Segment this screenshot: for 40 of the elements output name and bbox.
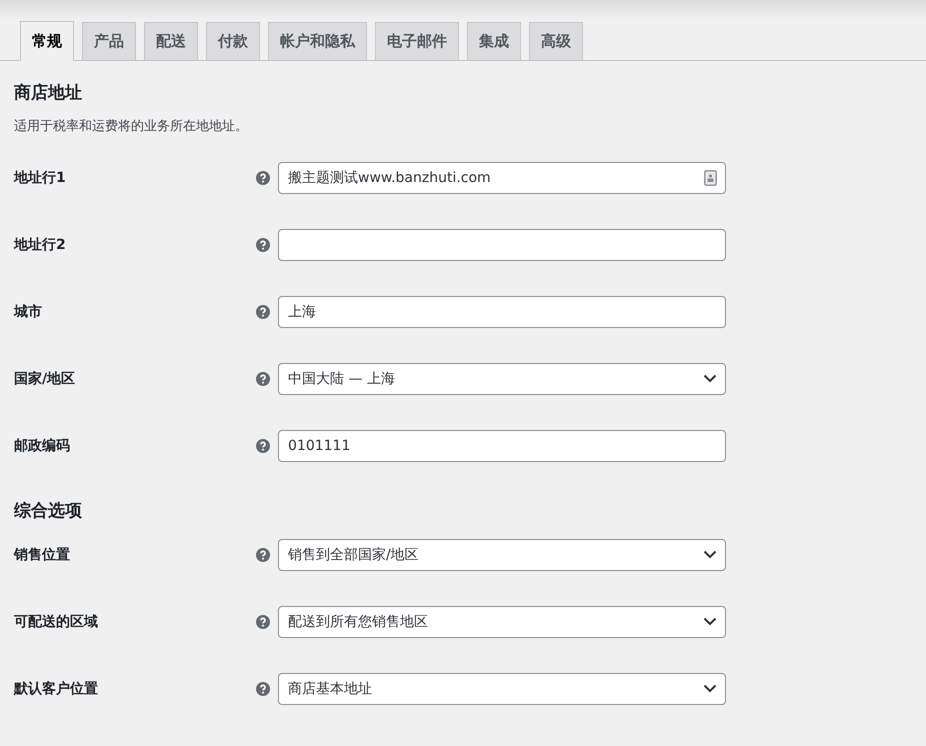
text-field[interactable] — [278, 228, 726, 260]
field-label: 地址行2 — [14, 236, 67, 254]
contact-card-icon[interactable] — [704, 170, 717, 186]
tab[interactable]: 高级 — [529, 22, 583, 60]
field-label: 销售位置 — [14, 546, 71, 564]
text-field[interactable]: 搬主题测试www.banzhuti.com — [278, 162, 726, 194]
select-field[interactable]: 商店基本地址 — [278, 672, 726, 704]
tab[interactable]: 集成 — [467, 22, 521, 60]
help-icon[interactable] — [256, 170, 270, 184]
help-icon[interactable] — [256, 372, 270, 386]
text-field[interactable]: 0101111 — [278, 430, 726, 462]
section-heading: 商店地址 — [14, 82, 83, 103]
help-icon[interactable] — [256, 438, 270, 452]
field-label: 城市 — [14, 302, 43, 320]
help-icon[interactable] — [256, 614, 270, 628]
help-icon[interactable] — [256, 238, 270, 252]
tab[interactable]: 电子邮件 — [375, 22, 459, 60]
tab[interactable]: 常规 — [20, 21, 74, 61]
field-label: 默认客户位置 — [14, 680, 99, 698]
tab[interactable]: 产品 — [82, 22, 136, 60]
help-icon[interactable] — [256, 548, 270, 562]
section-heading: 综合选项 — [14, 500, 83, 521]
chevron-down-icon — [703, 617, 717, 626]
tab[interactable]: 配送 — [144, 22, 198, 60]
section-description: 适用于税率和运费将的业务所在地地址。 — [14, 118, 249, 135]
help-icon[interactable] — [256, 682, 270, 696]
field-label: 地址行1 — [14, 168, 67, 186]
tab[interactable]: 付款 — [206, 22, 260, 60]
tab[interactable]: 帐户和隐私 — [268, 22, 367, 60]
select-field[interactable]: 销售到全部国家/地区 — [278, 538, 726, 570]
field-label: 邮政编码 — [14, 436, 71, 454]
field-label: 可配送的区域 — [14, 612, 99, 630]
chevron-down-icon — [703, 550, 717, 559]
select-field[interactable]: 配送到所有您销售地区 — [278, 606, 726, 638]
chevron-down-icon — [703, 374, 717, 383]
select-field[interactable]: 中国大陆 — 上海 — [278, 362, 726, 394]
help-icon[interactable] — [256, 304, 270, 318]
chevron-down-icon — [703, 684, 717, 693]
text-field[interactable]: 上海 — [278, 296, 726, 328]
field-label: 国家/地区 — [14, 370, 76, 388]
